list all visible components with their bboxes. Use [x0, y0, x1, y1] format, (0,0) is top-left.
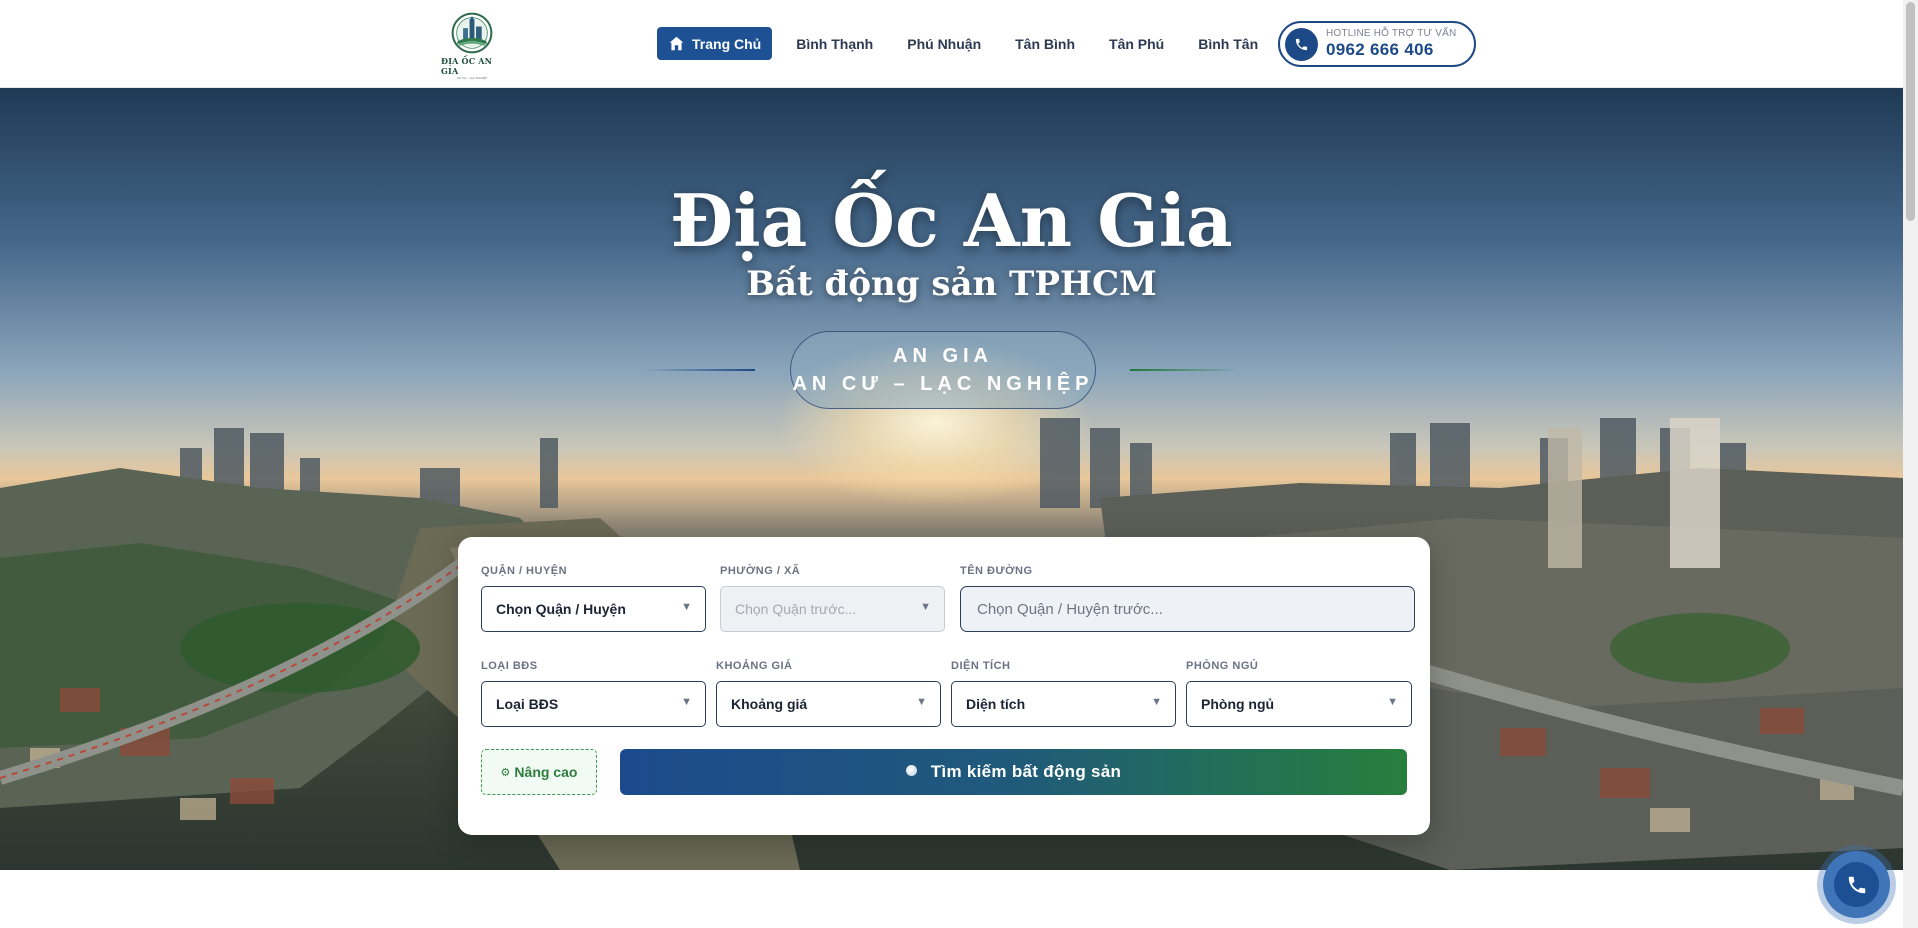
slogan-line-2: AN CƯ – LẠC NGHIỆP	[792, 373, 1094, 395]
slogan-line-1: AN GIA	[893, 345, 993, 367]
hero-title: Địa Ốc An Gia	[670, 178, 1233, 263]
bedrooms-value: Phòng ngủ	[1201, 696, 1275, 712]
advanced-filter-label: Nâng cao	[514, 764, 578, 780]
site-header: ĐỊA ỐC AN GIA AN CƯ - LẠC NGHIỆP Trang C…	[0, 0, 1903, 88]
district-label: QUẬN / HUYỆN	[481, 565, 568, 577]
chevron-down-icon: ▼	[920, 601, 931, 613]
hotline-button[interactable]: HOTLINE HỖ TRỢ TƯ VẤN 0962 666 406	[1278, 21, 1476, 67]
ward-label: PHƯỜNG / XÃ	[720, 565, 801, 577]
price-range-value: Khoảng giá	[731, 696, 808, 712]
hero-slogan-badge: AN GIA AN CƯ – LẠC NGHIỆP	[790, 331, 1096, 409]
home-icon	[669, 36, 684, 51]
hotline-label: HOTLINE HỖ TRỢ TƯ VẤN	[1326, 28, 1457, 39]
chevron-down-icon: ▼	[681, 601, 692, 613]
type-label: LOẠI BĐS	[481, 660, 538, 672]
nav-item-phu-nhuan[interactable]: Phú Nhuận	[907, 36, 981, 52]
logo-text: ĐỊA ỐC AN GIA	[441, 56, 493, 76]
bedrooms-select[interactable]: Phòng ngủ ▼	[1186, 681, 1412, 727]
chevron-down-icon: ▼	[681, 696, 692, 708]
ward-select-value: Chọn Quận trước...	[735, 601, 857, 617]
property-type-select[interactable]: Loại BĐS ▼	[481, 681, 706, 727]
nav-item-binh-thanh[interactable]: Bình Thạnh	[796, 36, 873, 52]
search-icon	[905, 764, 917, 776]
nav-item-home[interactable]: Trang Chủ	[657, 27, 773, 60]
logo-subtext: AN CƯ - LẠC NGHIỆP	[456, 76, 488, 80]
street-label: TÊN ĐƯỜNG	[960, 565, 1033, 577]
phone-icon	[1295, 38, 1308, 50]
slogan-divider-right	[1130, 369, 1240, 371]
property-search-card: QUẬN / HUYỆN Chọn Quận / Huyện ▼ PHƯỜNG …	[458, 537, 1430, 835]
street-input-placeholder: Chọn Quận / Huyện trước...	[977, 600, 1163, 618]
site-logo[interactable]: ĐỊA ỐC AN GIA AN CƯ - LẠC NGHIỆP	[441, 12, 503, 80]
price-label: KHOẢNG GIÁ	[716, 660, 793, 672]
page-scrollbar[interactable]	[1903, 0, 1918, 928]
hotline-phone-icon-wrap	[1285, 27, 1318, 61]
floating-call-inner	[1834, 862, 1879, 907]
bedrooms-label: PHÒNG NGỦ	[1186, 660, 1259, 672]
search-submit-label: Tìm kiếm bất động sản	[930, 762, 1122, 781]
street-input[interactable]: Chọn Quận / Huyện trước...	[960, 586, 1415, 632]
property-type-value: Loại BĐS	[496, 696, 559, 712]
page-content-start	[0, 870, 1903, 928]
price-range-select[interactable]: Khoảng giá ▼	[716, 681, 941, 727]
gear-icon: ⚙	[500, 766, 511, 779]
area-value: Diện tích	[966, 696, 1026, 712]
chevron-down-icon: ▼	[1387, 696, 1398, 708]
hero-banner: Địa Ốc An Gia Bất động sản TPHCM AN GIA …	[0, 88, 1903, 870]
nav-label-home: Trang Chủ	[692, 35, 762, 52]
nav-item-tan-phu[interactable]: Tân Phú	[1109, 36, 1164, 52]
district-select[interactable]: Chọn Quận / Huyện ▼	[481, 586, 706, 632]
search-submit-button[interactable]: Tìm kiếm bất động sản	[620, 749, 1407, 795]
hotline-number: 0962 666 406	[1326, 40, 1434, 59]
advanced-filter-button[interactable]: ⚙ Nâng cao	[481, 749, 597, 795]
hotline-texts: HOTLINE HỖ TRỢ TƯ VẤN 0962 666 406	[1326, 28, 1456, 60]
district-select-value: Chọn Quận / Huyện	[496, 601, 626, 617]
area-label: DIỆN TÍCH	[951, 660, 1011, 672]
scrollbar-thumb[interactable]	[1906, 2, 1915, 221]
nav-item-tan-binh[interactable]: Tân Bình	[1015, 36, 1075, 52]
hero-subtitle: Bất động sản TPHCM	[746, 264, 1157, 304]
nav-item-binh-tan[interactable]: Bình Tân	[1198, 36, 1258, 52]
chevron-down-icon: ▼	[1151, 696, 1162, 708]
area-select[interactable]: Diện tích ▼	[951, 681, 1176, 727]
phone-icon	[1848, 876, 1865, 893]
floating-call-button[interactable]	[1823, 851, 1890, 918]
chevron-down-icon: ▼	[916, 696, 927, 708]
slogan-divider-left	[645, 369, 755, 371]
ward-select[interactable]: Chọn Quận trước... ▼	[720, 586, 945, 632]
city-emblem-icon	[451, 12, 493, 54]
main-nav: Trang Chủ Bình Thạnh Phú Nhuận Tân Bình …	[657, 27, 1292, 60]
